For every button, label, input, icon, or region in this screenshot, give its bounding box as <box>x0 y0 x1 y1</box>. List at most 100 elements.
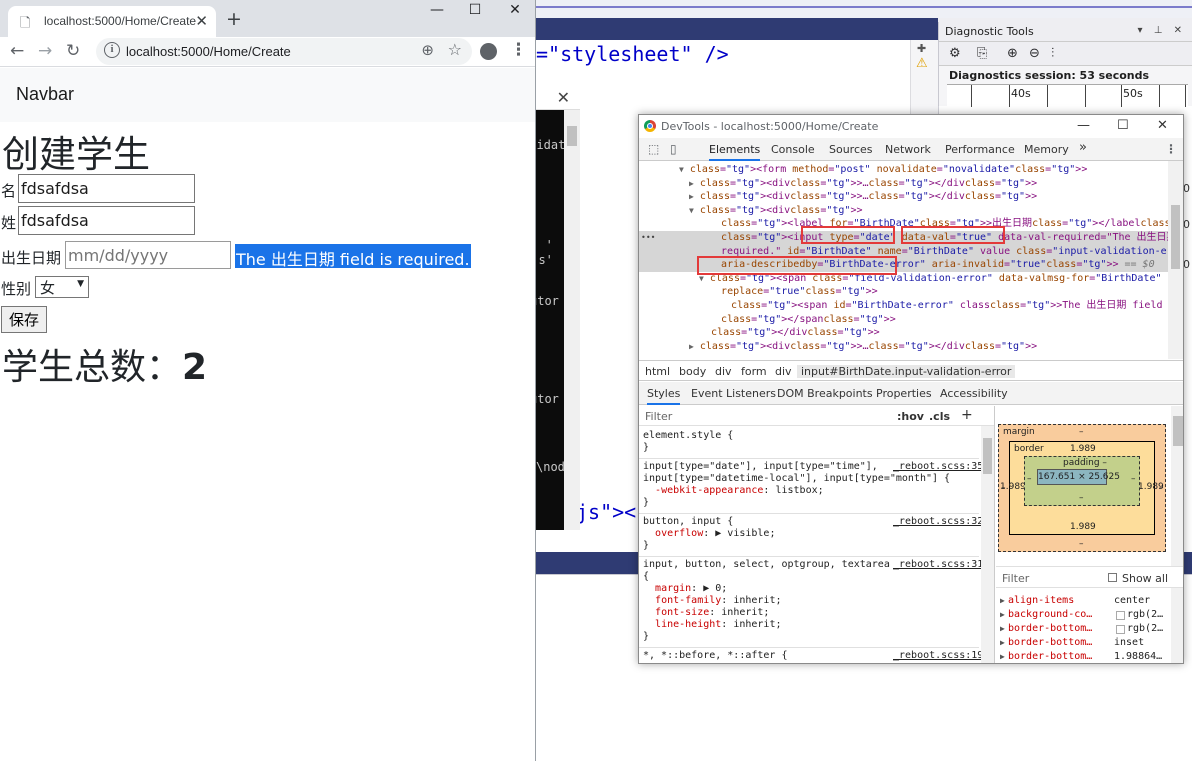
dom-node[interactable]: ▶ class="tg"><divclass="tg">>…class="tg"… <box>639 340 1169 354</box>
tab-accessibility[interactable]: Accessibility <box>940 387 1008 400</box>
box-model-margin[interactable]: margin – – – – border 1.989 1.989 1.989 … <box>998 424 1166 552</box>
new-tab-plus-icon[interactable]: + <box>226 8 242 30</box>
zoom-out-icon[interactable]: ⊖ <box>1029 46 1040 61</box>
dom-scrollbar[interactable] <box>1168 161 1183 359</box>
cls-toggle[interactable]: .cls <box>929 410 950 423</box>
expand-arrow-icon[interactable]: ▶ <box>1000 624 1005 633</box>
minimize-icon[interactable]: — <box>1077 118 1090 133</box>
export-icon[interactable]: ⎘ <box>977 46 987 61</box>
box-model-content-size[interactable]: 167.651 × 25.625 <box>1037 469 1120 485</box>
site-info-icon[interactable]: i <box>104 42 120 58</box>
profile-avatar-icon[interactable] <box>480 43 497 60</box>
breadcrumb-item[interactable]: body <box>679 365 706 378</box>
style-rule-line[interactable]: margin: ▶ 0; <box>643 583 979 595</box>
warning-icon[interactable]: ⚠ <box>916 56 928 71</box>
computed-property-row[interactable]: ▶ border-bottom… inset <box>996 637 1183 651</box>
last-name-input[interactable] <box>18 206 195 235</box>
tab-styles[interactable]: Styles <box>647 387 681 405</box>
breadcrumb-item[interactable]: form <box>741 365 767 378</box>
inspect-element-icon[interactable]: ⬚ <box>648 142 659 156</box>
styles-filter-input[interactable]: Filter <box>645 410 672 423</box>
forward-arrow-icon[interactable]: → <box>38 41 52 61</box>
dom-node[interactable]: replace="true"class="tg">> <box>639 285 1169 299</box>
style-rule-line[interactable]: } <box>643 540 979 552</box>
close-tab-icon[interactable]: ✕ <box>195 12 208 30</box>
first-name-input[interactable] <box>18 174 195 203</box>
style-rule-line[interactable]: font-size: inherit; <box>643 607 979 619</box>
color-swatch[interactable] <box>1116 625 1125 634</box>
back-arrow-icon[interactable]: ← <box>10 41 24 61</box>
tab-dom-breakpoints[interactable]: DOM Breakpoints <box>777 387 873 400</box>
breadcrumb-item[interactable]: div <box>775 365 792 378</box>
bookmark-star-icon[interactable]: ☆ <box>448 40 462 59</box>
reset-zoom-icon[interactable]: ⫶ <box>1051 46 1054 61</box>
style-rule-line[interactable]: *, *::before, *::after { <box>643 650 979 662</box>
vs-document-tabbar[interactable] <box>536 18 938 40</box>
expand-arrow-icon[interactable]: ▶ <box>1000 638 1005 647</box>
address-bar[interactable]: i localhost:5000/Home/Create ⊕ ☆ <box>96 38 472 65</box>
kebab-menu-icon[interactable]: ⋮ <box>1165 142 1177 156</box>
reload-icon[interactable]: ↻ <box>66 41 80 61</box>
save-button[interactable]: 保存 <box>1 306 48 333</box>
timeline-ruler[interactable]: 40s 50s <box>947 84 1188 107</box>
node-ellipsis-icon[interactable]: ••• <box>641 233 655 242</box>
style-rule-line[interactable]: } <box>643 442 979 454</box>
expand-arrow-icon[interactable]: ▶ <box>1000 610 1005 619</box>
kebab-menu-icon[interactable]: ⋮ <box>510 40 527 60</box>
styles-scrollbar[interactable] <box>981 426 994 663</box>
tab-performance[interactable]: Performance <box>945 143 1015 156</box>
browser-tab[interactable]: 🗋 localhost:5000/Home/Create ✕ <box>8 6 216 37</box>
style-rule-line[interactable]: font-family: inherit; <box>643 595 979 607</box>
computed-scrollbar[interactable] <box>1171 588 1183 663</box>
tab-properties[interactable]: Properties <box>876 387 932 400</box>
dom-node[interactable]: ▶ class="tg"><divclass="tg">>…class="tg"… <box>639 177 1169 191</box>
style-rule-line[interactable]: input[type="date"], input[type="time"], <box>643 461 979 473</box>
box-model-border[interactable]: border 1.989 1.989 1.989 1.989 padding –… <box>1000 441 1164 535</box>
breadcrumb-item[interactable]: html <box>645 365 670 378</box>
computed-filter-input[interactable]: Filter <box>1002 572 1029 585</box>
tab-event-listeners[interactable]: Event Listeners <box>691 387 776 400</box>
pin-icon[interactable]: ✚ <box>917 42 926 55</box>
expand-arrow-icon[interactable]: ▶ <box>1000 652 1005 661</box>
color-swatch[interactable] <box>1116 611 1125 620</box>
navbar-brand[interactable]: Navbar <box>16 84 74 105</box>
style-rule-line[interactable]: input, button, select, optgroup, textare… <box>643 559 979 571</box>
expand-arrow-icon[interactable]: ▶ <box>1000 596 1005 605</box>
style-rule-line[interactable]: -webkit-appearance: listbox; <box>643 485 979 497</box>
close-window-icon[interactable]: ✕ <box>500 2 530 18</box>
maximize-icon[interactable]: ☐ <box>1117 118 1129 133</box>
dom-node[interactable]: class="tg"></divclass="tg">> <box>639 326 1169 340</box>
close-icon[interactable]: ✕ <box>557 88 570 107</box>
dom-node[interactable]: ▼ class="tg"><form method="post" novalid… <box>639 163 1169 177</box>
style-rule-line[interactable]: overflow: ▶ visible; <box>643 528 979 540</box>
style-rule-line[interactable]: { <box>643 571 979 583</box>
birthdate-input[interactable] <box>65 241 231 269</box>
dom-node[interactable]: ▶ class="tg"><divclass="tg">>…class="tg"… <box>639 190 1169 204</box>
device-toolbar-icon[interactable]: ▯ <box>670 142 677 156</box>
zoom-magnifier-icon[interactable]: ⊕ <box>421 41 434 59</box>
dom-node[interactable]: class="tg"></spanclass="tg">> <box>639 313 1169 327</box>
dom-node[interactable]: ▼ class="tg"><divclass="tg">> <box>639 204 1169 218</box>
style-rule-line[interactable]: line-height: inherit; <box>643 619 979 631</box>
dom-node[interactable]: class="tg"><span id="BirthDate-error" cl… <box>639 299 1169 313</box>
style-rule-line[interactable]: button, input { <box>643 516 979 528</box>
tab-network[interactable]: Network <box>885 143 931 156</box>
computed-property-row[interactable]: ▶ align-items center <box>996 595 1183 609</box>
hov-toggle[interactable]: :hov <box>897 410 924 423</box>
show-all-checkbox[interactable] <box>1108 573 1117 582</box>
zoom-in-icon[interactable]: ⊕ <box>1007 46 1018 61</box>
tab-console[interactable]: Console <box>771 143 815 156</box>
style-rule-line[interactable]: element.style { <box>643 430 979 442</box>
new-rule-plus-icon[interactable]: + <box>961 407 973 423</box>
computed-property-row[interactable]: ▶ background-co… rgb(2… <box>996 609 1183 623</box>
tab-elements[interactable]: Elements <box>709 143 761 161</box>
maximize-icon[interactable]: ☐ <box>460 2 490 18</box>
box-model-padding[interactable]: padding – – – – 167.651 × 25.625 <box>1024 456 1140 506</box>
computed-property-row[interactable]: ▶ border-bottom… 1.98864… <box>996 651 1183 663</box>
breadcrumb-item[interactable]: div <box>715 365 732 378</box>
minimize-icon[interactable]: — <box>422 2 452 18</box>
style-rule-line[interactable]: } <box>643 631 979 643</box>
breadcrumb-item-selected[interactable]: input#BirthDate.input-validation-error <box>797 365 1016 378</box>
panel-pin-close-icon[interactable]: ▾ ⊥ ✕ <box>1138 25 1186 36</box>
close-window-icon[interactable]: ✕ <box>1157 118 1168 133</box>
